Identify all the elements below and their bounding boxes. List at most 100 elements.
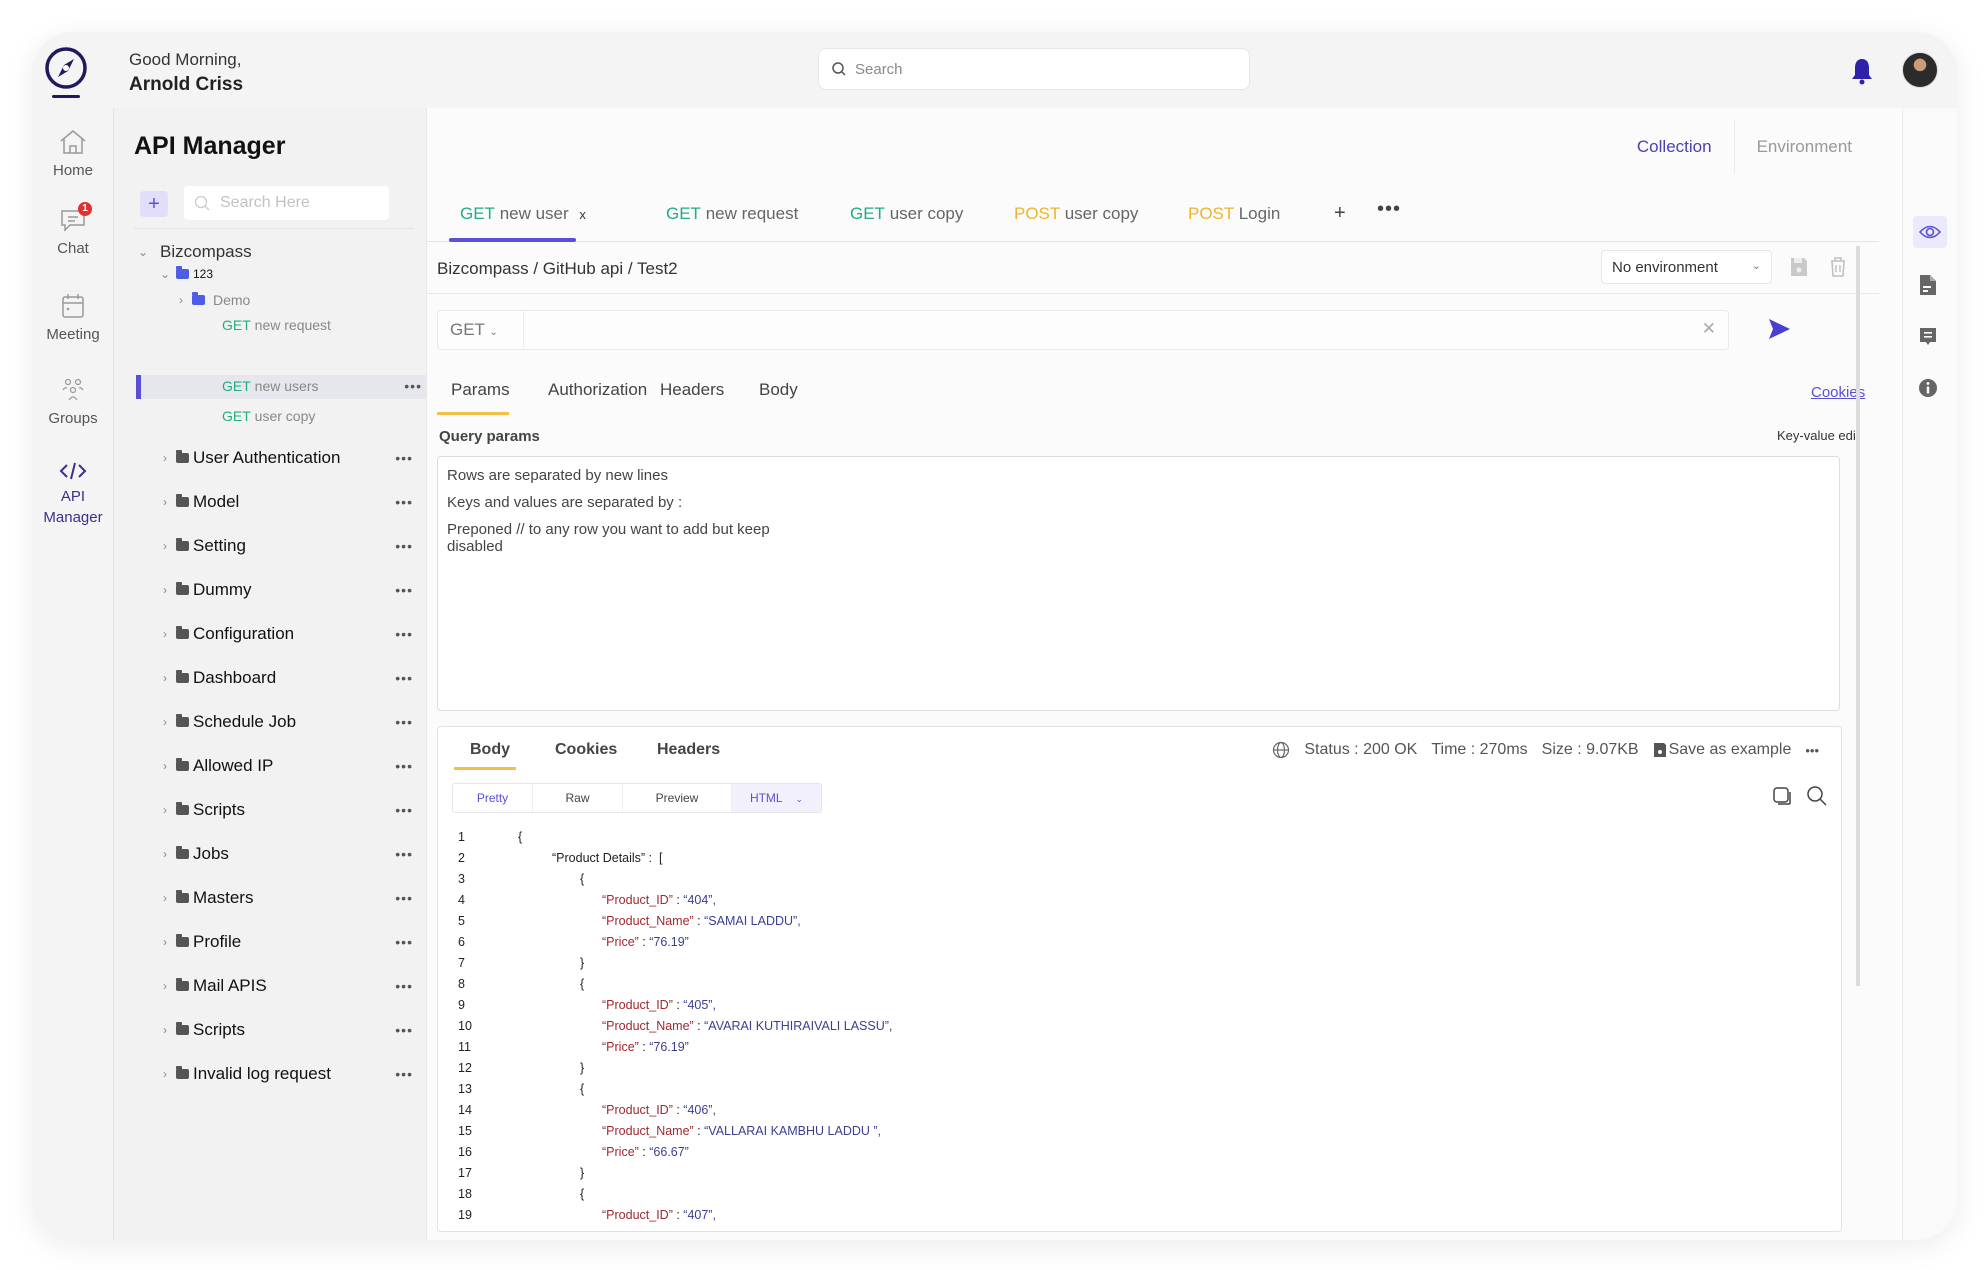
more-options-button[interactable]: ••• [395, 934, 413, 950]
copy-icon[interactable] [1771, 785, 1793, 812]
request-tab[interactable]: GET new request [666, 204, 798, 224]
tab-response-cookies[interactable]: Cookies [555, 741, 617, 759]
send-request-button[interactable] [1767, 318, 1791, 345]
code-line: 18 { [458, 1184, 892, 1205]
tab-authorization[interactable]: Authorization [548, 380, 647, 400]
tab-headers[interactable]: Headers [660, 380, 724, 400]
tree-folder-123[interactable]: ⌄ 123 [158, 266, 458, 281]
nav-item-api-manager[interactable]: API Manager [32, 460, 114, 526]
comment-icon[interactable] [1918, 326, 1938, 353]
request-tab-active[interactable]: GET new user x [460, 204, 586, 224]
request-item[interactable]: GET new request [222, 317, 422, 333]
more-options-button[interactable]: ••• [395, 714, 413, 730]
folder-item[interactable]: › Invalid log request ••• [158, 1064, 413, 1084]
nav-item-groups[interactable]: Groups [32, 376, 114, 427]
info-icon[interactable] [1918, 378, 1938, 403]
breadcrumb: Bizcompass / GitHub api / Test2 [437, 259, 678, 278]
method-get: GET [850, 204, 885, 223]
tab-response-body[interactable]: Body [470, 741, 510, 759]
more-options-button[interactable]: ••• [404, 378, 422, 394]
tab-environment[interactable]: Environment [1735, 120, 1874, 174]
folder-item[interactable]: › Mail APIS ••• [158, 976, 413, 996]
request-tabs: GET new user x GET new request GET user … [427, 192, 1879, 242]
tab-collection[interactable]: Collection [1615, 120, 1735, 174]
tab-body[interactable]: Body [759, 380, 798, 400]
format-raw[interactable]: Raw [533, 784, 623, 812]
url-input[interactable]: GET ⌄ ✕ [437, 310, 1729, 350]
more-options-button[interactable]: ••• [395, 758, 413, 774]
folder-label: Schedule Job [193, 712, 297, 731]
key-value-edit-link[interactable]: Key-value edit [1777, 428, 1859, 443]
code-line: 4 “Product_ID” : “404”, [458, 890, 892, 911]
more-options-button[interactable]: ••• [395, 538, 413, 554]
nav-item-chat[interactable]: 1 Chat [32, 202, 114, 257]
format-preview[interactable]: Preview [623, 784, 732, 812]
user-avatar[interactable] [1902, 52, 1938, 88]
more-tabs-button[interactable]: ••• [1377, 198, 1401, 221]
more-options-button[interactable]: ••• [395, 890, 413, 906]
request-tab[interactable]: GET user copy [850, 204, 963, 224]
folder-item[interactable]: › Setting ••• [158, 536, 413, 556]
global-search-input[interactable]: Search [818, 48, 1250, 90]
format-html-select[interactable]: HTML ⌄ [732, 784, 821, 812]
more-options-button[interactable]: ••• [395, 1066, 413, 1082]
document-icon[interactable] [1918, 273, 1938, 302]
folder-item[interactable]: › Model ••• [158, 492, 413, 512]
save-icon[interactable] [1789, 256, 1809, 283]
folder-item[interactable]: › Allowed IP ••• [158, 756, 413, 776]
clear-url-icon[interactable]: ✕ [1702, 319, 1716, 339]
chevron-right-icon: › [163, 847, 167, 861]
folder-item[interactable]: › Dashboard ••• [158, 668, 413, 688]
sidebar-search-input[interactable]: Search Here [184, 186, 389, 220]
tree-root-bizcompass[interactable]: ⌄ Bizcompass [136, 242, 436, 262]
format-pretty[interactable]: Pretty [453, 784, 533, 812]
tab-response-headers[interactable]: Headers [657, 741, 720, 759]
request-tab[interactable]: POST Login [1188, 204, 1280, 224]
query-params-editor[interactable]: Rows are separated by new lines Keys and… [437, 456, 1840, 711]
line-number: 11 [458, 1040, 471, 1054]
more-options-button[interactable]: ••• [395, 450, 413, 466]
method-select[interactable]: GET ⌄ [438, 311, 524, 349]
eye-icon[interactable] [1913, 216, 1947, 248]
folder-item[interactable]: › Schedule Job ••• [158, 712, 413, 732]
more-options-button[interactable]: ••• [395, 1022, 413, 1038]
folder-item[interactable]: › Profile ••• [158, 932, 413, 952]
more-options-button[interactable]: ••• [395, 582, 413, 598]
format-selector: Pretty Raw Preview HTML ⌄ [452, 783, 822, 813]
request-item[interactable]: GET user copy [222, 408, 422, 424]
nav-item-home[interactable]: Home [32, 128, 114, 179]
app-logo[interactable] [44, 46, 88, 102]
main-scrollbar[interactable] [1856, 246, 1860, 986]
more-options-button[interactable]: ••• [395, 978, 413, 994]
folder-item[interactable]: › Dummy ••• [158, 580, 413, 600]
folder-item[interactable]: › Scripts ••• [158, 800, 413, 820]
folder-label: Dummy [193, 580, 252, 599]
environment-select[interactable]: No environment ⌄ [1601, 250, 1772, 284]
request-tab[interactable]: POST user copy [1014, 204, 1138, 224]
tab-params[interactable]: Params [451, 380, 510, 400]
add-tab-button[interactable]: + [1334, 202, 1346, 225]
chevron-down-icon: ⌄ [489, 327, 498, 338]
more-options-button[interactable]: ••• [395, 494, 413, 510]
response-more-button[interactable]: ••• [1805, 743, 1819, 758]
search-response-icon[interactable] [1806, 785, 1828, 812]
close-tab-icon[interactable]: x [579, 207, 586, 222]
more-options-button[interactable]: ••• [395, 846, 413, 862]
save-as-example-button[interactable]: Save as example [1653, 741, 1791, 759]
folder-item[interactable]: › Jobs ••• [158, 844, 413, 864]
folder-item[interactable]: › User Authentication ••• [158, 448, 413, 468]
folder-item[interactable]: › Configuration ••• [158, 624, 413, 644]
json-value: “76.19” [649, 935, 689, 949]
folder-item[interactable]: › Scripts ••• [158, 1020, 413, 1040]
folder-item[interactable]: › Masters ••• [158, 888, 413, 908]
notification-bell-icon[interactable] [1850, 56, 1874, 86]
chevron-right-icon: › [179, 293, 183, 307]
nav-item-meeting[interactable]: Meeting [32, 292, 114, 343]
add-collection-button[interactable]: + [140, 191, 168, 217]
more-options-button[interactable]: ••• [395, 802, 413, 818]
delete-icon[interactable] [1829, 256, 1847, 283]
request-item-selected[interactable]: GET new users ••• [222, 378, 422, 394]
more-options-button[interactable]: ••• [395, 626, 413, 642]
more-options-button[interactable]: ••• [395, 670, 413, 686]
folder-label: Dashboard [193, 668, 277, 687]
